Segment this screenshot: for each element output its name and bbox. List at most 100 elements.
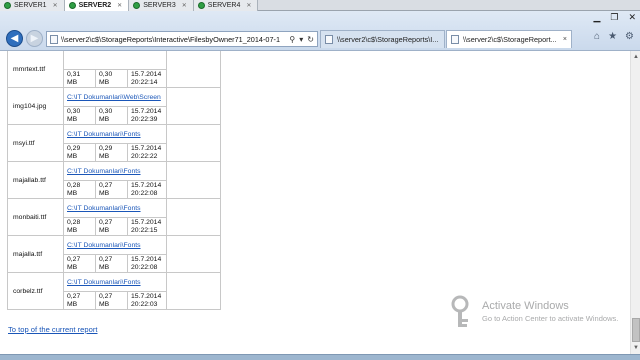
file-name-cell: corbelz.ttf bbox=[7, 272, 64, 310]
folder-path-cell bbox=[63, 51, 167, 70]
top-of-report-link[interactable]: To top of the current report bbox=[8, 325, 98, 334]
last-modified-cell: 15.7.2014 20:22:08 bbox=[127, 254, 167, 273]
address-text[interactable]: \\server2\c$\StorageReports\Interactive\… bbox=[61, 35, 286, 44]
report-path-row: corbelz.ttf C:\IT Dokumanlari\Fonts bbox=[7, 272, 221, 310]
time-text: 20:22:39 bbox=[131, 115, 158, 123]
time-text: 20:22:15 bbox=[131, 226, 158, 234]
browser-tab-2[interactable]: \\server2\c$\StorageReport... × bbox=[446, 30, 572, 48]
date-text: 15.7.2014 bbox=[131, 255, 162, 263]
window-controls: ▁ ❐ ✕ bbox=[593, 12, 636, 23]
allocated-size-cell: 0,30 MB bbox=[95, 69, 128, 88]
last-modified-cell: 15.7.2014 20:22:14 bbox=[127, 69, 167, 88]
settings-gear-icon[interactable]: ⚙ bbox=[625, 31, 634, 42]
allocated-size-cell: 0,29 MB bbox=[95, 143, 128, 162]
folder-path-link[interactable]: C:\IT Dokumanlari\Web\Screen bbox=[67, 94, 161, 101]
last-modified-cell: 15.7.2014 20:22:15 bbox=[127, 217, 167, 236]
minimize-icon[interactable]: ▁ bbox=[593, 12, 600, 23]
close-icon[interactable]: ✕ bbox=[117, 2, 122, 9]
file-name-cell: majalla.ttf bbox=[7, 235, 64, 273]
favorites-star-icon[interactable]: ★ bbox=[608, 31, 617, 42]
file-size-cell: 0,28 MB bbox=[63, 217, 96, 236]
report-path-row: majalla.ttf C:\IT Dokumanlari\Fonts bbox=[7, 235, 221, 273]
home-icon[interactable]: ⌂ bbox=[594, 31, 600, 42]
report-path-row: monbaiti.ttf C:\IT Dokumanlari\Fonts bbox=[7, 198, 221, 236]
report-path-row: mmrtext.ttf bbox=[7, 51, 221, 88]
taskbar bbox=[0, 354, 640, 360]
time-text: 20:22:08 bbox=[131, 263, 158, 271]
date-text: 15.7.2014 bbox=[131, 107, 162, 115]
report-table: mmrtext.ttf 0,31 MB 0,30 MB 15.7.2014 20:22:14… bbox=[7, 51, 221, 310]
last-modified-cell: 15.7.2014 20:22:08 bbox=[127, 180, 167, 199]
folder-path-cell: C:\IT Dokumanlari\Fonts bbox=[63, 161, 167, 181]
folder-path-cell: C:\IT Dokumanlari\Fonts bbox=[63, 124, 167, 144]
windows-key-icon bbox=[451, 295, 469, 327]
browser-tab-1[interactable]: \\server2\c$\StorageReports\I... bbox=[320, 30, 445, 48]
address-bar[interactable]: \\server2\c$\StorageReports\Interactive\… bbox=[46, 31, 318, 47]
rdp-tab-label: SERVER3 bbox=[143, 2, 176, 9]
file-size-cell: 0,27 MB bbox=[63, 291, 96, 310]
page-icon bbox=[325, 35, 333, 44]
time-text: 20:22:08 bbox=[131, 189, 158, 197]
vertical-scrollbar[interactable]: ▲ ▼ bbox=[630, 51, 640, 354]
folder-path-link[interactable]: C:\IT Dokumanlari\Fonts bbox=[67, 205, 141, 212]
empty-cell bbox=[166, 235, 221, 273]
browser-tab-label: \\server2\c$\StorageReports\I... bbox=[337, 35, 439, 44]
dropdown-icon[interactable]: ▾ bbox=[299, 35, 303, 44]
rdp-tab-label: SERVER4 bbox=[207, 2, 241, 9]
date-text: 15.7.2014 bbox=[131, 70, 162, 78]
folder-path-link[interactable]: C:\IT Dokumanlari\Fonts bbox=[67, 242, 141, 249]
search-icon[interactable]: ⚲ bbox=[289, 35, 295, 44]
time-text: 20:22:03 bbox=[131, 300, 158, 308]
server-icon bbox=[197, 2, 205, 9]
close-icon[interactable]: ✕ bbox=[246, 2, 251, 9]
server-icon bbox=[4, 2, 11, 9]
folder-path-cell: C:\IT Dokumanlari\Fonts bbox=[63, 198, 167, 218]
watermark-subtitle: Go to Action Center to activate Windows. bbox=[482, 314, 619, 323]
folder-path-link[interactable]: C:\IT Dokumanlari\Fonts bbox=[67, 131, 141, 138]
watermark-title: Activate Windows bbox=[482, 300, 569, 312]
file-size-cell: 0,27 MB bbox=[63, 254, 96, 273]
activation-watermark: Activate Windows Go to Action Center to … bbox=[482, 300, 632, 324]
folder-path-cell: C:\IT Dokumanlari\Web\Screen bbox=[63, 87, 167, 107]
rdp-tab-server4[interactable]: SERVER4 ✕ bbox=[193, 0, 259, 11]
file-name-cell: img104.jpg bbox=[7, 87, 64, 125]
allocated-size-cell: 0,27 MB bbox=[95, 180, 128, 199]
file-name-cell: monbaiti.ttf bbox=[7, 198, 64, 236]
arrow-right-icon: ▶ bbox=[30, 33, 39, 44]
browser-tab-label: \\server2\c$\StorageReport... bbox=[463, 35, 557, 44]
file-size-cell: 0,28 MB bbox=[63, 180, 96, 199]
time-text: 20:22:14 bbox=[131, 78, 158, 86]
folder-path-link[interactable]: C:\IT Dokumanlari\Fonts bbox=[67, 168, 141, 175]
browser-toolbar: ⌂ ★ ⚙ bbox=[594, 31, 634, 42]
empty-cell bbox=[166, 198, 221, 236]
browser-frame: ▁ ❐ ✕ ◀ ▶ \\server2\c$\StorageReports\In… bbox=[0, 11, 640, 51]
scroll-thumb[interactable] bbox=[632, 318, 640, 342]
date-text: 15.7.2014 bbox=[131, 144, 162, 152]
file-size-cell: 0,29 MB bbox=[63, 143, 96, 162]
close-tab-icon[interactable]: × bbox=[563, 36, 567, 43]
close-window-icon[interactable]: ✕ bbox=[628, 12, 636, 23]
forward-button[interactable]: ▶ bbox=[26, 30, 43, 47]
restore-icon[interactable]: ❐ bbox=[610, 12, 618, 23]
back-button[interactable]: ◀ bbox=[6, 30, 23, 47]
allocated-size-cell: 0,27 MB bbox=[95, 254, 128, 273]
date-text: 15.7.2014 bbox=[131, 218, 162, 226]
scroll-down-icon[interactable]: ▼ bbox=[632, 344, 640, 352]
rdp-session-tabbar: SERVER1 ✕ SERVER2 ✕ SERVER3 ✕ SERVER4 ✕ bbox=[0, 0, 640, 11]
close-icon[interactable]: ✕ bbox=[182, 2, 187, 9]
close-icon[interactable]: ✕ bbox=[53, 2, 58, 9]
file-name-cell: majallab.ttf bbox=[7, 161, 64, 199]
file-size-cell: 0,31 MB bbox=[63, 69, 96, 88]
report-content: mmrtext.ttf 0,31 MB 0,30 MB 15.7.2014 20:22:14… bbox=[0, 51, 640, 354]
scroll-up-icon[interactable]: ▲ bbox=[632, 53, 640, 61]
rdp-tab-server2[interactable]: SERVER2 ✕ bbox=[64, 0, 130, 11]
refresh-icon[interactable]: ↻ bbox=[307, 35, 314, 44]
folder-path-cell: C:\IT Dokumanlari\Fonts bbox=[63, 235, 167, 255]
server-icon bbox=[68, 2, 76, 9]
folder-path-link[interactable]: C:\IT Dokumanlari\Fonts bbox=[67, 279, 141, 286]
report-path-row: majallab.ttf C:\IT Dokumanlari\Fonts bbox=[7, 161, 221, 199]
folder-path-cell: C:\IT Dokumanlari\Fonts bbox=[63, 272, 167, 292]
rdp-tab-server1[interactable]: SERVER1 ✕ bbox=[0, 0, 65, 11]
rdp-tab-server3[interactable]: SERVER3 ✕ bbox=[129, 0, 194, 11]
allocated-size-cell: 0,30 MB bbox=[95, 106, 128, 125]
